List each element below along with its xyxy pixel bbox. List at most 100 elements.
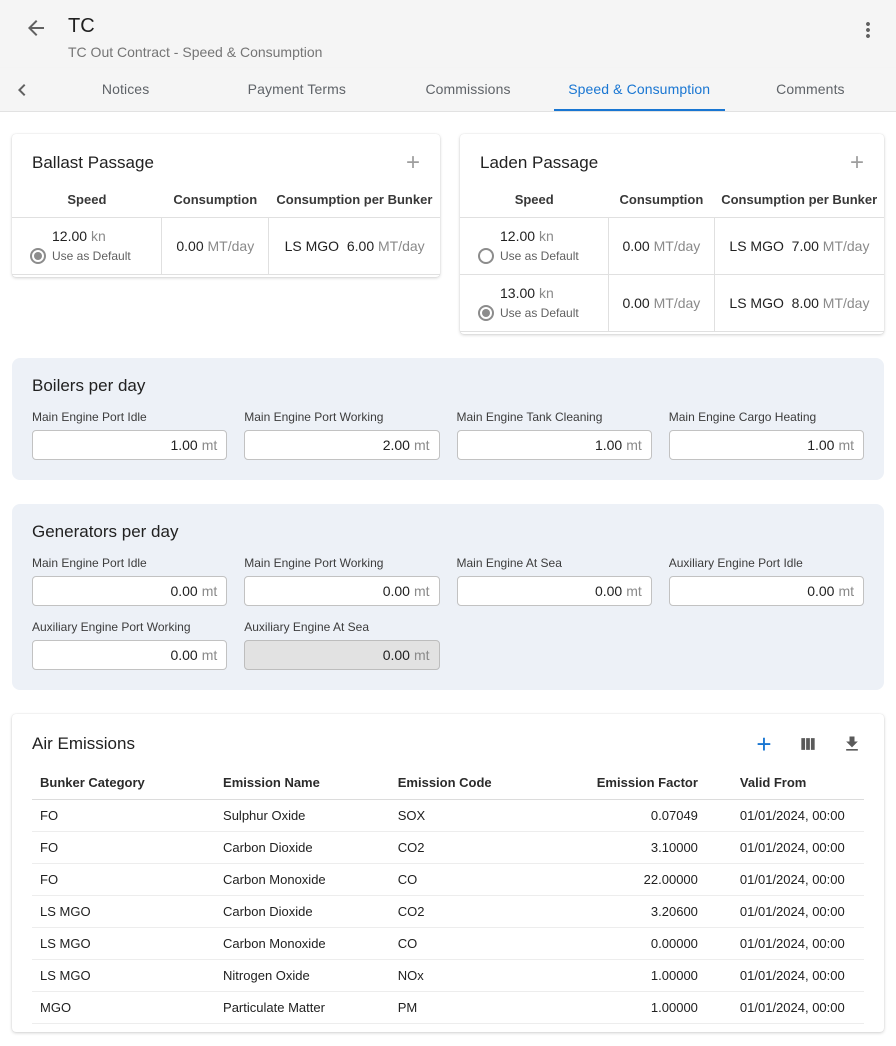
back-arrow-icon[interactable] bbox=[24, 16, 48, 40]
field-main-engine-port-working: Main Engine Port Working 2.00 mt bbox=[244, 410, 439, 460]
field-label: Auxiliary Engine Port Idle bbox=[669, 556, 864, 570]
emissions-cell: 3.20600 bbox=[564, 896, 705, 928]
passage-row: 13.00 kn Use as Default 0.00 MT/day LS M… bbox=[460, 275, 884, 332]
emissions-row[interactable]: FOCarbon DioxideCO23.1000001/01/2024, 00… bbox=[32, 832, 864, 864]
plus-icon[interactable]: + bbox=[850, 152, 864, 174]
emissions-cell: 0.00000 bbox=[564, 928, 705, 960]
tab-commissions[interactable]: Commissions bbox=[382, 68, 553, 111]
passage-title: Ballast Passage bbox=[32, 153, 154, 173]
speed-value[interactable]: 13.00 kn bbox=[500, 285, 600, 301]
speed-value[interactable]: 12.00 kn bbox=[500, 228, 600, 244]
plus-icon[interactable]: + bbox=[406, 152, 420, 174]
bunker-consumption-value[interactable]: LS MGO 8.00 MT/day bbox=[714, 275, 884, 332]
field-input-main-engine-at-sea[interactable]: 0.00 mt bbox=[457, 576, 652, 606]
field-label: Auxiliary Engine At Sea bbox=[244, 620, 439, 634]
emissions-cell: SOX bbox=[390, 800, 565, 832]
field-input-main-engine-port-idle[interactable]: 1.00 mt bbox=[32, 430, 227, 460]
use-as-default-radio[interactable]: Use as Default bbox=[478, 248, 600, 264]
tab-comments[interactable]: Comments bbox=[725, 68, 896, 111]
field-input-main-engine-port-working[interactable]: 2.00 mt bbox=[244, 430, 439, 460]
field-label: Main Engine At Sea bbox=[457, 556, 652, 570]
field-auxiliary-engine-at-sea: Auxiliary Engine At Sea 0.00 mt bbox=[244, 620, 439, 670]
passage-row: 12.00 kn Use as Default 0.00 MT/day LS M… bbox=[12, 218, 440, 275]
field-input-main-engine-tank-cleaning[interactable]: 1.00 mt bbox=[457, 430, 652, 460]
chevron-left-icon[interactable] bbox=[0, 68, 40, 111]
field-label: Main Engine Tank Cleaning bbox=[457, 410, 652, 424]
emissions-cell: 1.00000 bbox=[564, 960, 705, 992]
field-input-auxiliary-engine-port-idle[interactable]: 0.00 mt bbox=[669, 576, 864, 606]
use-as-default-label: Use as Default bbox=[500, 249, 579, 263]
passage-column-header: Consumption bbox=[608, 182, 714, 218]
tab-payment-terms[interactable]: Payment Terms bbox=[211, 68, 382, 111]
emissions-row[interactable]: LS MGOCarbon MonoxideCO0.0000001/01/2024… bbox=[32, 928, 864, 960]
field-main-engine-port-idle: Main Engine Port Idle 0.00 mt bbox=[32, 556, 227, 606]
passage-row: Ballast Passage + SpeedConsumptionConsum… bbox=[12, 134, 884, 334]
emissions-column-header: Bunker Category bbox=[32, 766, 215, 800]
emissions-cell: CO bbox=[390, 864, 565, 896]
laden-passage-card: Laden Passage + SpeedConsumptionConsumpt… bbox=[460, 134, 884, 334]
emissions-cell: 3.10000 bbox=[564, 832, 705, 864]
emissions-table: Bunker CategoryEmission NameEmission Cod… bbox=[32, 766, 864, 1024]
passage-column-header: Speed bbox=[12, 182, 162, 218]
emissions-header-row: Bunker CategoryEmission NameEmission Cod… bbox=[32, 766, 864, 800]
emissions-row[interactable]: LS MGONitrogen OxideNOx1.0000001/01/2024… bbox=[32, 960, 864, 992]
field-main-engine-cargo-heating: Main Engine Cargo Heating 1.00 mt bbox=[669, 410, 864, 460]
field-label: Main Engine Port Working bbox=[244, 410, 439, 424]
download-icon[interactable] bbox=[840, 732, 864, 756]
content: Ballast Passage + SpeedConsumptionConsum… bbox=[0, 112, 896, 1046]
field-main-engine-tank-cleaning: Main Engine Tank Cleaning 1.00 mt bbox=[457, 410, 652, 460]
emissions-cell: NOx bbox=[390, 960, 565, 992]
air-emissions-card: Air Emissions + Bunker CategoryEmission … bbox=[12, 714, 884, 1032]
consumption-value[interactable]: 0.00 MT/day bbox=[162, 218, 269, 275]
add-emission-plus-icon[interactable]: + bbox=[752, 732, 776, 756]
field-input-main-engine-cargo-heating[interactable]: 1.00 mt bbox=[669, 430, 864, 460]
bunker-consumption-value[interactable]: LS MGO 6.00 MT/day bbox=[269, 218, 440, 275]
emissions-cell: 0.07049 bbox=[564, 800, 705, 832]
use-as-default-radio[interactable]: Use as Default bbox=[30, 248, 153, 264]
tab-bar: NoticesPayment TermsCommissionsSpeed & C… bbox=[0, 68, 896, 112]
emissions-cell: FO bbox=[32, 832, 215, 864]
radio-icon bbox=[478, 248, 494, 264]
emissions-cell: 1.00000 bbox=[564, 992, 705, 1024]
air-emissions-title: Air Emissions bbox=[32, 734, 135, 754]
use-as-default-radio[interactable]: Use as Default bbox=[478, 305, 600, 321]
field-label: Auxiliary Engine Port Working bbox=[32, 620, 227, 634]
emissions-cell: 01/01/2024, 00:00 bbox=[706, 832, 864, 864]
emissions-cell: FO bbox=[32, 864, 215, 896]
emissions-row[interactable]: LS MGOCarbon DioxideCO23.2060001/01/2024… bbox=[32, 896, 864, 928]
emissions-cell: Carbon Monoxide bbox=[215, 928, 390, 960]
use-as-default-label: Use as Default bbox=[52, 249, 131, 263]
emissions-cell: Nitrogen Oxide bbox=[215, 960, 390, 992]
boilers-fields: Main Engine Port Idle 1.00 mt Main Engin… bbox=[32, 410, 864, 460]
emissions-cell: 01/01/2024, 00:00 bbox=[706, 800, 864, 832]
consumption-value[interactable]: 0.00 MT/day bbox=[608, 218, 714, 275]
emissions-cell: Carbon Monoxide bbox=[215, 864, 390, 896]
emissions-row[interactable]: MGOParticulate MatterPM1.0000001/01/2024… bbox=[32, 992, 864, 1024]
speed-value[interactable]: 12.00 kn bbox=[52, 228, 153, 244]
field-input-auxiliary-engine-port-working[interactable]: 0.00 mt bbox=[32, 640, 227, 670]
passage-column-header: Speed bbox=[460, 182, 608, 218]
tab-notices[interactable]: Notices bbox=[40, 68, 211, 111]
kebab-menu-icon[interactable] bbox=[856, 18, 880, 42]
field-input-main-engine-port-idle[interactable]: 0.00 mt bbox=[32, 576, 227, 606]
passage-title: Laden Passage bbox=[480, 153, 598, 173]
field-label: Main Engine Port Working bbox=[244, 556, 439, 570]
page-title: TC bbox=[68, 14, 322, 38]
consumption-value[interactable]: 0.00 MT/day bbox=[608, 275, 714, 332]
emissions-cell: FO bbox=[32, 800, 215, 832]
tab-speed-consumption[interactable]: Speed & Consumption bbox=[554, 68, 725, 111]
emissions-cell: 01/01/2024, 00:00 bbox=[706, 928, 864, 960]
emissions-row[interactable]: FOSulphur OxideSOX0.0704901/01/2024, 00:… bbox=[32, 800, 864, 832]
field-input-main-engine-port-working[interactable]: 0.00 mt bbox=[244, 576, 439, 606]
field-main-engine-port-working: Main Engine Port Working 0.00 mt bbox=[244, 556, 439, 606]
emissions-cell: 01/01/2024, 00:00 bbox=[706, 864, 864, 896]
emissions-cell: Carbon Dioxide bbox=[215, 896, 390, 928]
bunker-consumption-value[interactable]: LS MGO 7.00 MT/day bbox=[714, 218, 884, 275]
field-main-engine-port-idle: Main Engine Port Idle 1.00 mt bbox=[32, 410, 227, 460]
emissions-column-header: Emission Name bbox=[215, 766, 390, 800]
emissions-row[interactable]: FOCarbon MonoxideCO22.0000001/01/2024, 0… bbox=[32, 864, 864, 896]
columns-icon[interactable] bbox=[796, 732, 820, 756]
field-auxiliary-engine-port-idle: Auxiliary Engine Port Idle 0.00 mt bbox=[669, 556, 864, 606]
passage-column-header: Consumption bbox=[162, 182, 269, 218]
emissions-cell: Carbon Dioxide bbox=[215, 832, 390, 864]
